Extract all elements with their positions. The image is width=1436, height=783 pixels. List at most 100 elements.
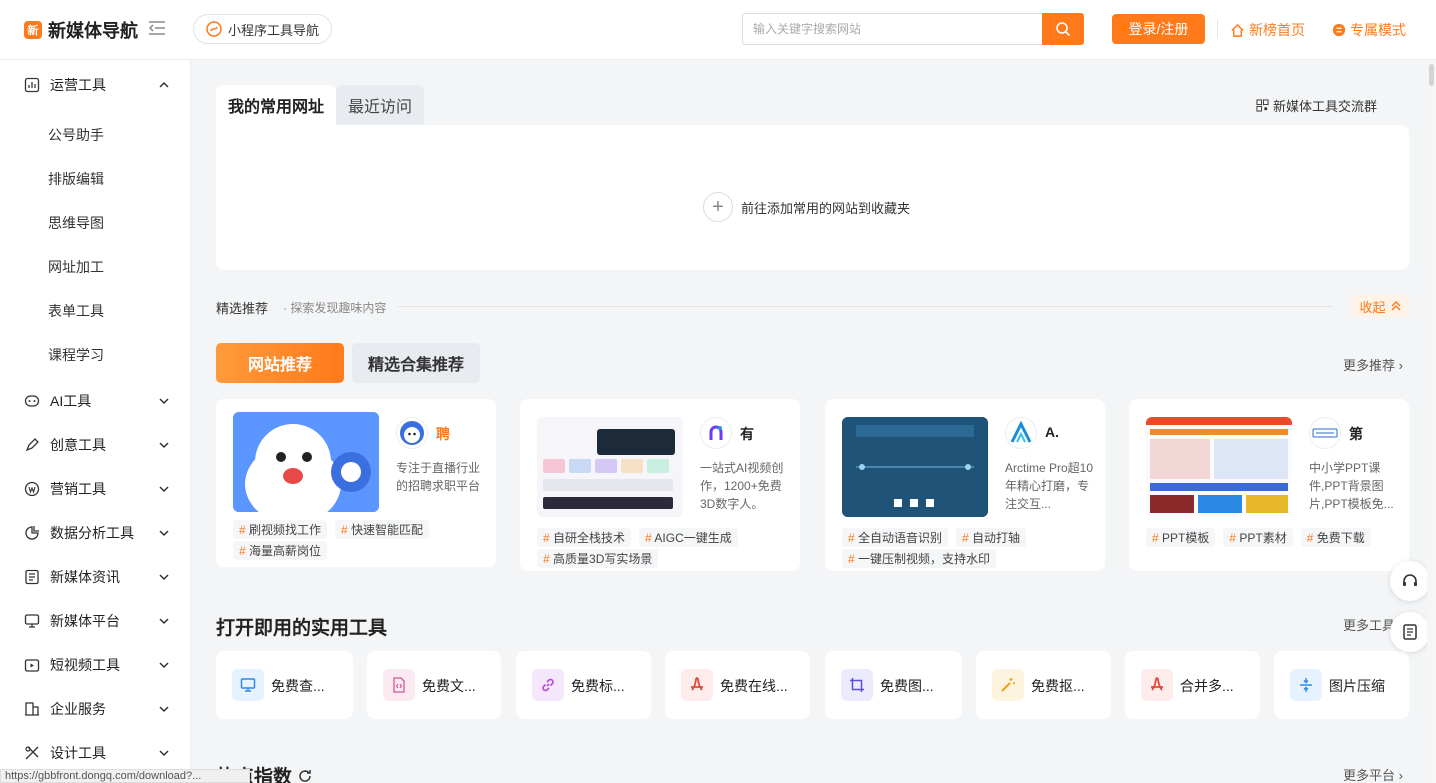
tool-label: 免费图... xyxy=(880,678,934,694)
site-logo-icon xyxy=(396,417,428,449)
rec-description: Arctime Pro超10年精心打磨，专注交互... xyxy=(1005,461,1094,511)
headset-icon xyxy=(1403,574,1417,586)
sidebar-item-url-tools[interactable]: 网址加工 xyxy=(48,257,104,277)
featured-subtitle: · 探索发现趣味内容 xyxy=(283,301,387,315)
mini-program-nav-button[interactable]: 小程序工具导航 xyxy=(193,14,333,44)
login-register-button[interactable]: 登录/注册 xyxy=(1112,14,1205,44)
sidebar-group-creative[interactable]: 创意工具 xyxy=(0,423,191,467)
favorites-tabs: 我的常用网址 最近访问 xyxy=(216,85,425,125)
video-icon xyxy=(24,659,40,672)
rec-card[interactable]: A. Arctime Pro超10年精心打磨，专注交互... 全自动语音识别 自… xyxy=(825,399,1105,571)
tool-card[interactable]: 免费文... xyxy=(367,651,501,719)
tool-card[interactable]: 图片压缩 xyxy=(1274,651,1409,719)
add-favorite-button[interactable]: + 前往添加常用的网站到收藏夹 xyxy=(703,192,910,222)
site-logo-icon xyxy=(1005,417,1037,449)
search-button[interactable] xyxy=(1042,13,1084,45)
sidebar-item-gonghao[interactable]: 公号助手 xyxy=(48,125,104,145)
code-file-icon xyxy=(383,669,415,701)
sidebar-group-short-video[interactable]: 短视频工具 xyxy=(0,643,191,687)
rec-tag: 刷视频找工作 xyxy=(233,520,328,539)
tool-label: 免费在线... xyxy=(720,678,788,694)
rec-card[interactable]: 聘 专注于直播行业的招聘求职平台 刷视频找工作 快速智能匹配 海量高薪岗位 xyxy=(216,399,496,567)
rec-card[interactable]: 第 中小学PPT课件,PPT背景图片,PPT模板免... PPT模板 PPT素材… xyxy=(1129,399,1409,571)
plus-icon: + xyxy=(703,192,733,222)
tab-website-recommend[interactable]: 网站推荐 xyxy=(216,343,344,383)
mode-icon xyxy=(1332,23,1346,37)
sidebar-group-news[interactable]: 新媒体资讯 xyxy=(0,555,191,599)
sidebar-item-courses[interactable]: 课程学习 xyxy=(48,345,104,365)
rec-card[interactable]: 有 一站式AI视频创作，1200+免费3D数字人。 自研全栈技术 AIGC一键生… xyxy=(520,399,800,571)
tool-card[interactable]: 免费抠... xyxy=(976,651,1111,719)
community-group-link[interactable]: 新媒体工具交流群 xyxy=(1256,96,1377,115)
sidebar-item-form-tools[interactable]: 表单工具 xyxy=(48,301,104,321)
rec-thumbnail xyxy=(233,412,379,512)
tool-card[interactable]: 免费在线... xyxy=(665,651,810,719)
sidebar-item-mindmap[interactable]: 思维导图 xyxy=(48,213,104,233)
search-input[interactable] xyxy=(742,13,1042,45)
tool-label: 图片压缩 xyxy=(1329,678,1385,694)
more-platforms-link[interactable]: 更多平台 › xyxy=(1343,765,1403,783)
sidebar-group-enterprise[interactable]: 企业服务 xyxy=(0,687,191,731)
rec-tag: 免费下载 xyxy=(1300,528,1371,547)
tool-label: 免费抠... xyxy=(1031,678,1085,694)
robot-icon xyxy=(24,395,40,407)
rec-tag: 高质量3D写实场景 xyxy=(537,549,659,568)
sidebar-group-data-analysis[interactable]: 数据分析工具 xyxy=(0,511,191,555)
chevron-down-icon xyxy=(159,398,169,405)
qrcode-icon xyxy=(1256,99,1269,112)
rec-description: 专注于直播行业的招聘求职平台 xyxy=(396,461,481,493)
sidebar-group-platforms[interactable]: 新媒体平台 xyxy=(0,599,191,643)
tool-card[interactable]: 免费标... xyxy=(516,651,651,719)
link-icon xyxy=(532,669,564,701)
sidebar-group-label: AI工具 xyxy=(50,393,92,409)
page-scrollbar[interactable] xyxy=(1427,60,1436,783)
compress-icon xyxy=(1290,669,1322,701)
divider xyxy=(1217,20,1218,38)
sidebar-group-marketing[interactable]: 营销工具 xyxy=(0,467,191,511)
exclusive-mode-link[interactable]: 专属模式 xyxy=(1332,20,1406,40)
tools-section-title: 打开即用的实用工具 xyxy=(216,618,388,639)
rec-tag: 自动打轴 xyxy=(956,528,1027,547)
sidebar-group-ai[interactable]: AI工具 xyxy=(0,379,191,423)
double-chevron-up-icon xyxy=(1391,301,1400,311)
pdf-icon xyxy=(1141,669,1173,701)
rec-tag: 全自动语音识别 xyxy=(842,528,949,547)
tool-label: 合并多... xyxy=(1180,678,1234,694)
more-tools-link[interactable]: 更多工具 xyxy=(1343,615,1395,634)
tab-my-favorites[interactable]: 我的常用网址 xyxy=(216,85,337,125)
site-logo-icon xyxy=(1309,417,1341,449)
collapse-button[interactable]: 收起 xyxy=(1352,295,1409,317)
more-recommend-link[interactable]: 更多推荐 › xyxy=(1343,355,1403,374)
rec-tags: 全自动语音识别 自动打轴 一键压制视频，支持水印 xyxy=(842,528,1092,568)
sidebar-group-label: 运营工具 xyxy=(50,77,106,93)
home-link[interactable]: 新榜首页 xyxy=(1230,20,1305,40)
logo-mark: 新 xyxy=(24,21,42,39)
favorites-panel: + 前往添加常用的网站到收藏夹 xyxy=(216,125,1409,270)
scrollbar-thumb[interactable] xyxy=(1429,64,1434,86)
chevron-down-icon xyxy=(159,530,169,537)
pie-icon xyxy=(25,526,39,540)
refresh-icon[interactable] xyxy=(298,769,312,783)
chevron-down-icon xyxy=(159,486,169,493)
feedback-button[interactable] xyxy=(1390,612,1430,652)
divider xyxy=(398,306,1333,307)
sidebar-group-label: 创意工具 xyxy=(50,437,106,453)
badge-icon xyxy=(24,481,40,497)
logo[interactable]: 新 新媒体导航 xyxy=(24,17,138,43)
tool-label: 免费标... xyxy=(571,678,625,694)
logo-text: 新媒体导航 xyxy=(48,21,138,41)
sidebar-group-operations[interactable]: 运营工具 xyxy=(0,63,191,107)
tab-recent-visits[interactable]: 最近访问 xyxy=(336,85,425,125)
sidebar-group-label: 新媒体资讯 xyxy=(50,569,120,585)
menu-collapse-icon[interactable] xyxy=(148,20,166,36)
tool-card[interactable]: 免费图... xyxy=(825,651,962,719)
sidebar-item-paiban[interactable]: 排版编辑 xyxy=(48,169,104,189)
rec-tags: 刷视频找工作 快速智能匹配 海量高薪岗位 xyxy=(233,520,483,560)
rec-site-name: 有 xyxy=(740,426,754,442)
customer-service-button[interactable] xyxy=(1390,561,1430,601)
collapse-label: 收起 xyxy=(1359,299,1386,315)
tool-card[interactable]: 合并多... xyxy=(1125,651,1260,719)
tab-collection-recommend[interactable]: 精选合集推荐 xyxy=(352,343,480,383)
tool-card[interactable]: 免费查... xyxy=(216,651,353,719)
monitor-icon xyxy=(232,669,264,701)
